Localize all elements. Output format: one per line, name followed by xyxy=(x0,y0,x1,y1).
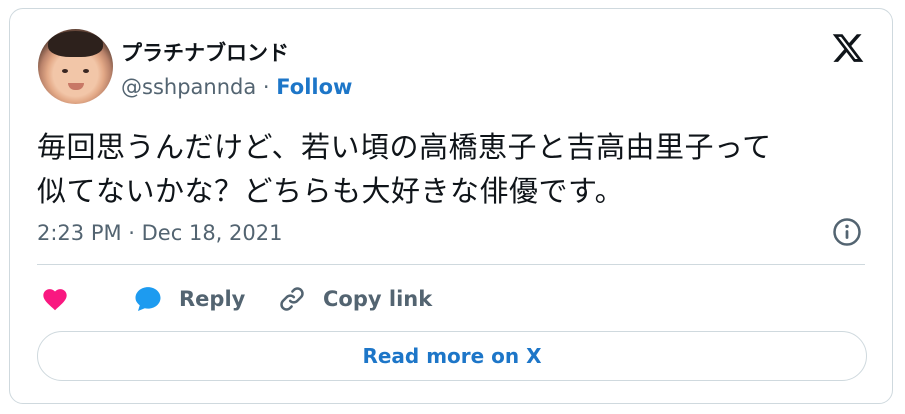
like-button[interactable] xyxy=(41,279,69,319)
x-logo-icon[interactable] xyxy=(830,31,866,65)
action-bar: Reply Copy link xyxy=(37,279,877,319)
tweet-text-line-1: 毎回思うんだけど、若い頃の高橋恵子と吉高由里子って xyxy=(37,130,772,164)
author-display-name[interactable]: プラチナブロンド xyxy=(121,37,289,67)
tweet-text: 毎回思うんだけど、若い頃の高橋恵子と吉高由里子って 似てないかな？どちらも大好き… xyxy=(37,125,877,213)
copy-link-button[interactable]: Copy link xyxy=(277,279,432,319)
reply-label: Reply xyxy=(179,287,246,311)
info-icon[interactable] xyxy=(832,217,862,247)
author-handle[interactable]: @sshpannda xyxy=(121,75,256,99)
follow-button[interactable]: Follow xyxy=(276,75,352,99)
copy-link-label: Copy link xyxy=(323,287,433,311)
separator-dot: · xyxy=(262,75,270,99)
reply-button[interactable]: Reply xyxy=(133,279,245,319)
reply-bubble-icon xyxy=(133,284,163,314)
avatar[interactable] xyxy=(38,29,113,104)
read-more-label: Read more on X xyxy=(362,344,542,368)
tweet-text-line-2: 似てないかな？どちらも大好きな俳優です。 xyxy=(37,174,625,208)
tweet-timestamp[interactable]: 2:23 PM · Dec 18, 2021 xyxy=(37,221,282,245)
heart-icon xyxy=(41,285,69,313)
divider xyxy=(37,264,865,265)
author-handle-row: @sshpannda · Follow xyxy=(121,75,352,99)
read-more-button[interactable]: Read more on X xyxy=(37,331,867,381)
link-icon xyxy=(277,284,307,314)
tweet-embed-card: プラチナブロンド @sshpannda · Follow 毎回思うんだけど、若い… xyxy=(9,8,893,404)
